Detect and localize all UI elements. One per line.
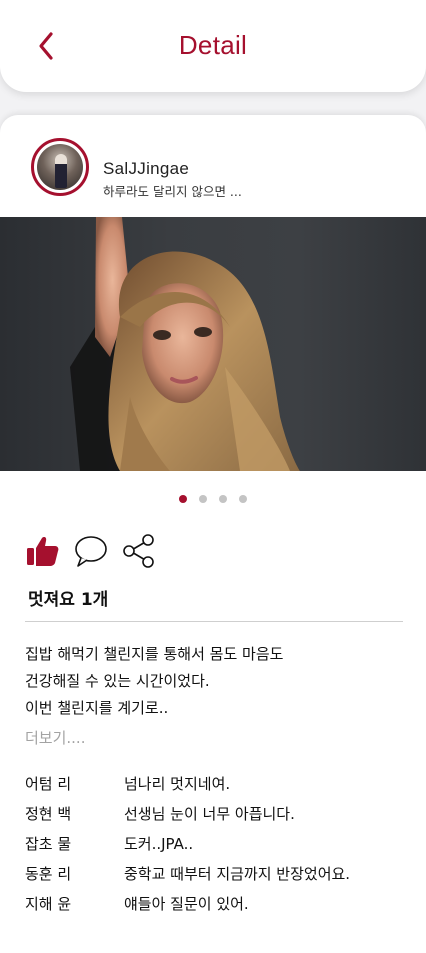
comment-text: 넘나리 멋지네여. — [124, 775, 231, 793]
comment-text: 선생님 눈이 너무 아픕니다. — [124, 805, 295, 823]
comment-author[interactable]: 정현 백 — [25, 803, 71, 825]
avatar-photo — [37, 144, 83, 190]
image-page-indicator — [0, 495, 426, 503]
comment-item: 잡초 물 도커..JPA.. — [25, 833, 415, 863]
app-header: Detail — [0, 0, 426, 92]
caption-line: 이번 챌린지를 계기로.. — [25, 699, 169, 717]
speech-bubble-icon[interactable] — [73, 533, 109, 569]
page-dot[interactable] — [199, 495, 207, 503]
comment-author[interactable]: 어텀 리 — [25, 773, 71, 795]
portrait-illustration — [70, 217, 300, 471]
avatar[interactable] — [31, 138, 89, 196]
page-title: Detail — [178, 30, 248, 60]
username[interactable]: SalJJingae — [103, 159, 189, 179]
post-card: SalJJingae 하루라도 달리지 않으면 ... 멋져요 1개 집밥 해먹… — [0, 115, 426, 953]
comment-text: 도커..JPA.. — [124, 835, 194, 853]
share-icon[interactable] — [121, 533, 157, 569]
caption-line: 집밥 해먹기 챌린지를 통해서 몸도 마음도 — [25, 645, 284, 663]
post-caption: 집밥 해먹기 챌린지를 통해서 몸도 마음도 건강해질 수 있는 시간이었다. … — [25, 641, 283, 722]
comment-item: 어텀 리 넘나리 멋지네여. — [25, 773, 415, 803]
likes-count[interactable]: 멋져요 1개 — [28, 585, 108, 610]
comment-list: 어텀 리 넘나리 멋지네여. 정현 백 선생님 눈이 너무 아픕니다. 잡초 물… — [25, 773, 415, 923]
page-dot[interactable] — [239, 495, 247, 503]
comment-text: 중학교 때부터 지금까지 반장었어요. — [124, 865, 351, 883]
divider — [25, 621, 403, 622]
comment-author[interactable]: 지해 윤 — [25, 893, 71, 915]
comment-text: 얘들아 질문이 있어. — [124, 895, 249, 913]
page-dot[interactable] — [219, 495, 227, 503]
caption-line: 건강해질 수 있는 시간이었다. — [25, 672, 210, 690]
comment-item: 지해 윤 얘들아 질문이 있어. — [25, 893, 415, 923]
comment-author[interactable]: 동훈 리 — [25, 863, 71, 885]
comment-item: 동훈 리 중학교 때부터 지금까지 반장었어요. — [25, 863, 415, 893]
comment-author[interactable]: 잡초 물 — [25, 833, 71, 855]
user-status-text: 하루라도 달리지 않으면 ... — [103, 184, 242, 199]
comment-item: 정현 백 선생님 눈이 너무 아픕니다. — [25, 803, 415, 833]
post-photo[interactable] — [0, 217, 426, 471]
page-dot[interactable] — [179, 495, 187, 503]
see-more-link[interactable]: 더보기.... — [25, 727, 85, 748]
thumbs-up-icon[interactable] — [25, 533, 61, 569]
